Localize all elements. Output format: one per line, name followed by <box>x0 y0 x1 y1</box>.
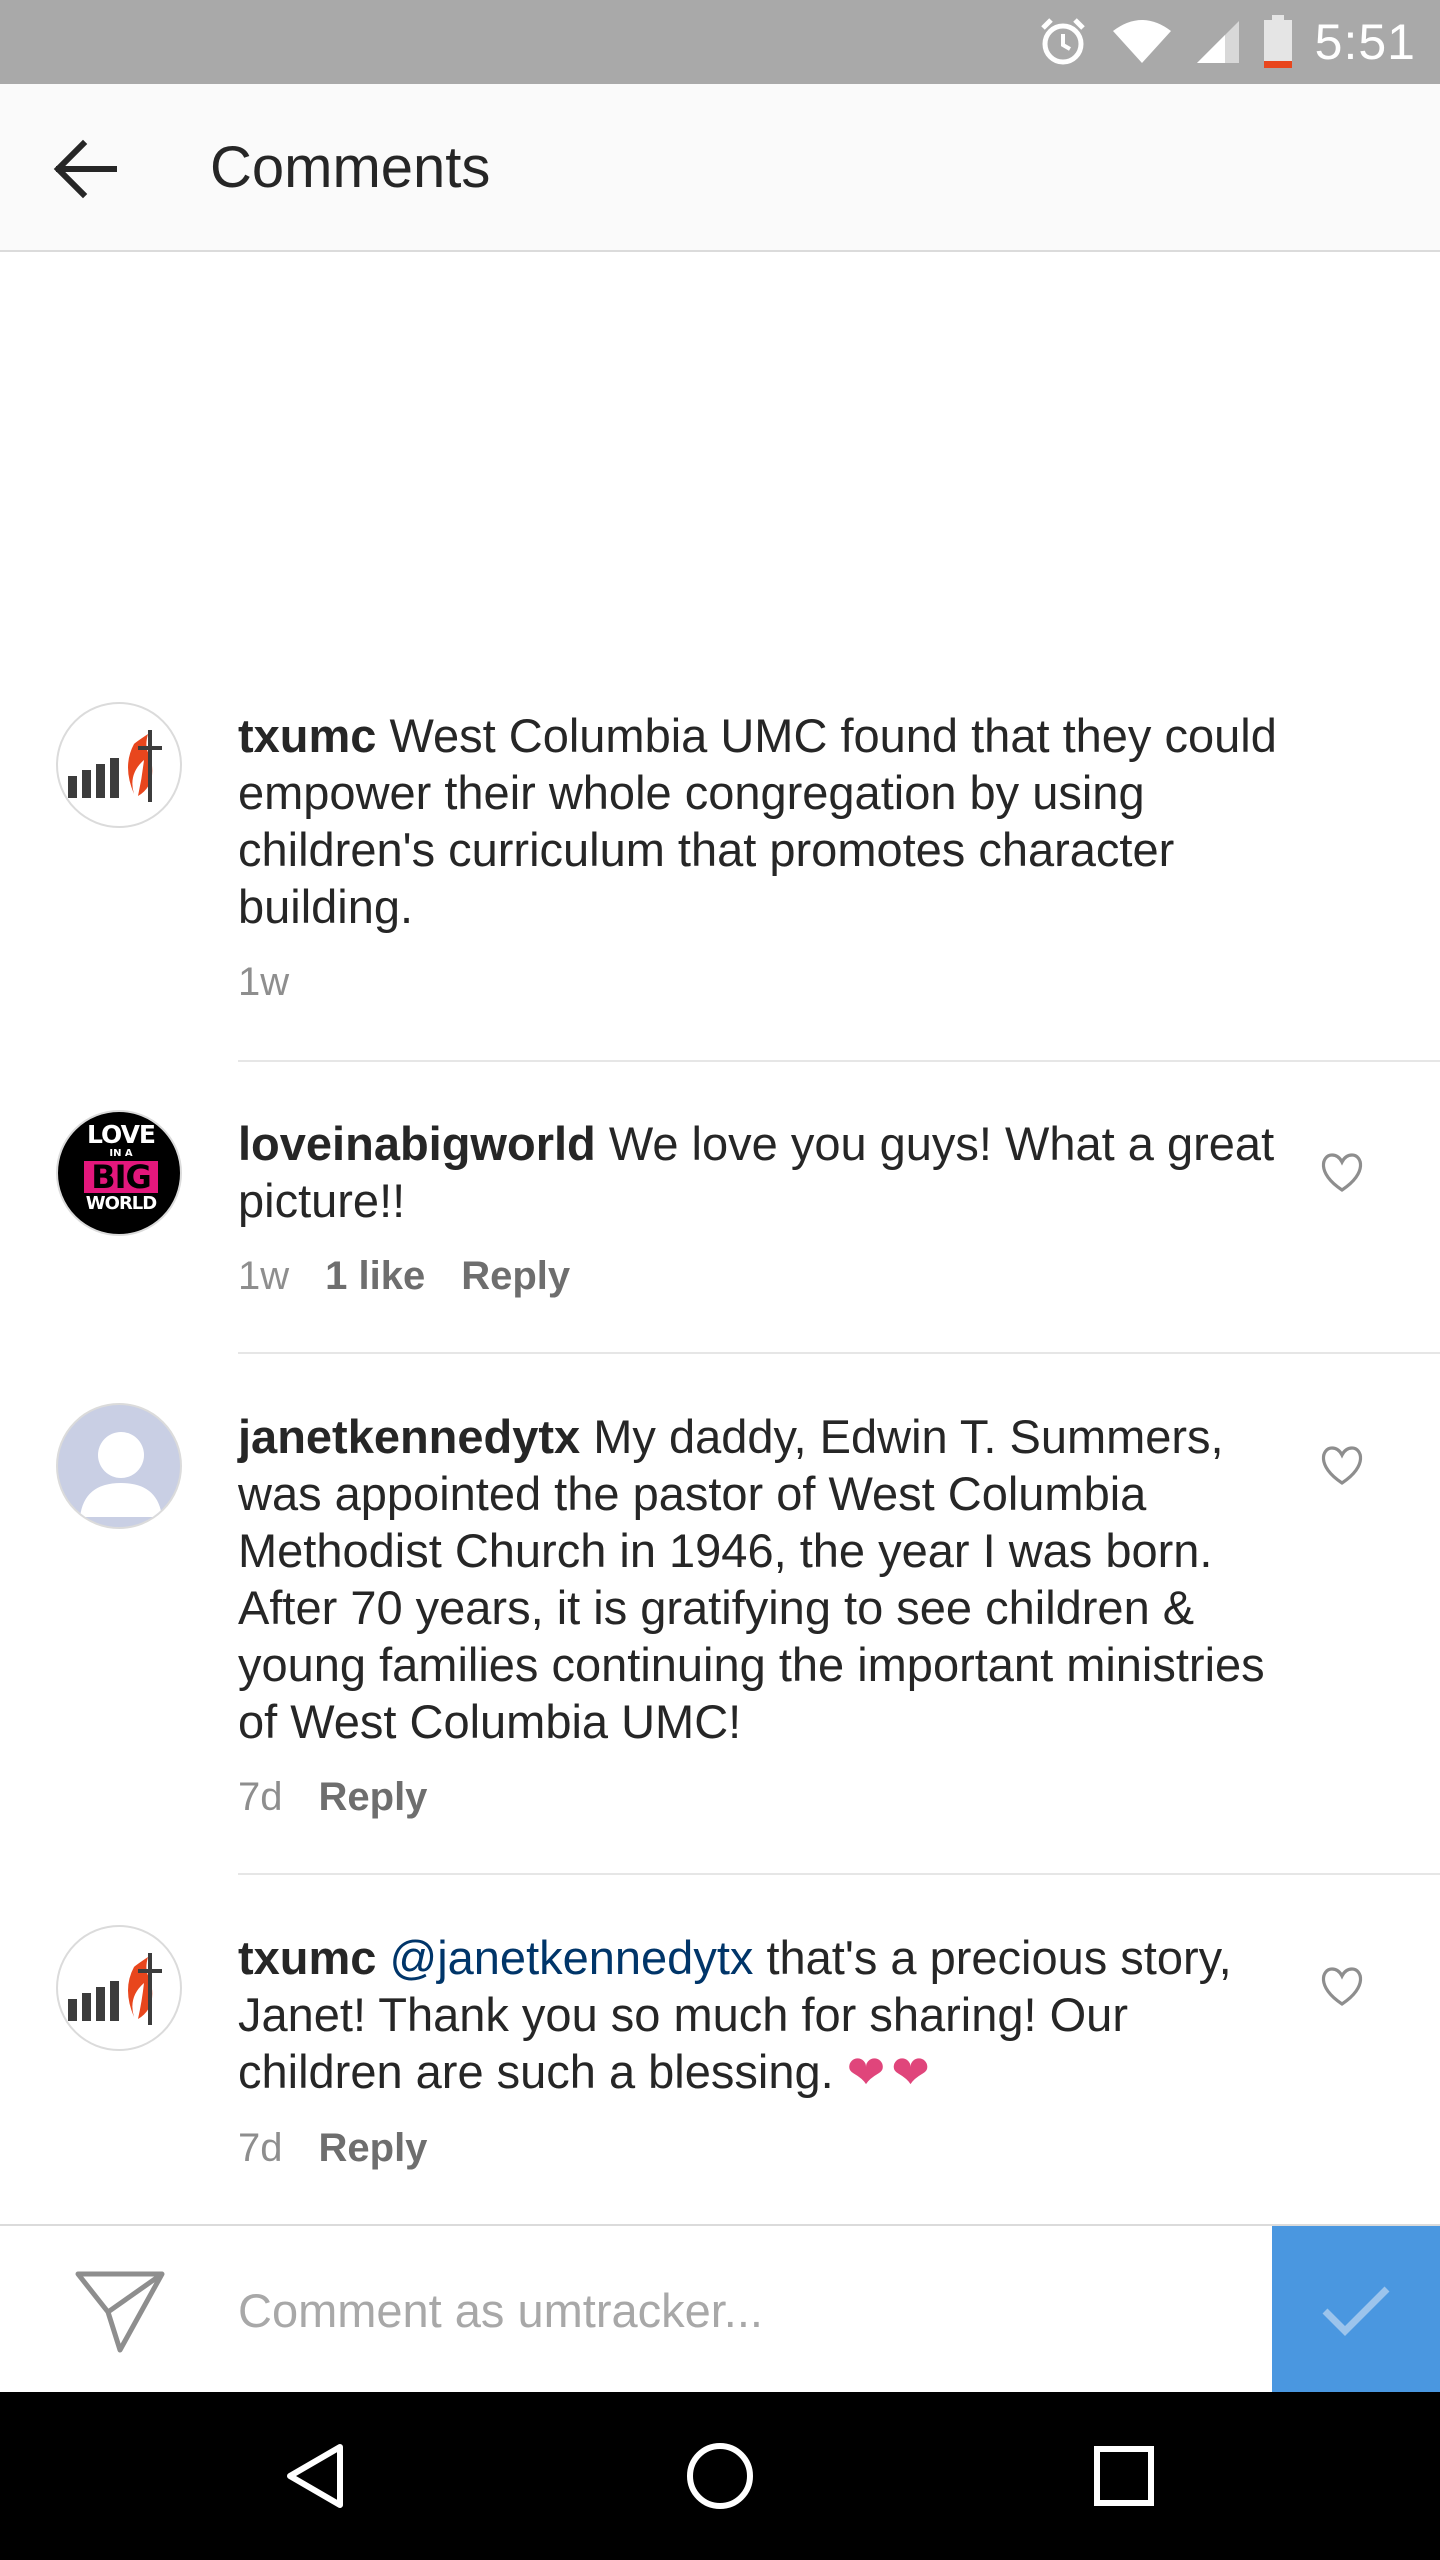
like-button[interactable] <box>1312 1436 1372 1496</box>
comment-time: 7d <box>238 2126 283 2170</box>
status-icons: 5:51 <box>1037 0 1416 84</box>
comment-username[interactable]: txumc <box>238 709 376 762</box>
avatar[interactable] <box>56 1403 182 1529</box>
comment-time: 1w <box>238 1254 290 1298</box>
comment-message: West Columbia UMC found that they could … <box>238 709 1277 933</box>
comment-composer <box>0 2224 1440 2394</box>
nav-back-button[interactable] <box>265 2426 365 2526</box>
arrow-left-icon <box>53 139 117 199</box>
comment-time: 7d <box>238 1775 283 1819</box>
comment-text: loveinabigworld We love you guys! What a… <box>238 1115 1278 1229</box>
avatar[interactable]: LOVE IN A BIG WORLD <box>56 1110 182 1236</box>
heart-emoji: ❤❤ <box>846 2046 936 2098</box>
nav-recents-button[interactable] <box>1074 2426 1174 2526</box>
comment-time: 1w <box>238 960 290 1004</box>
comment-meta: 7d Reply <box>238 1775 427 1820</box>
nav-home-button[interactable] <box>670 2426 770 2526</box>
avatar-logo-text: BIG <box>84 1161 158 1193</box>
battery-icon <box>1263 15 1292 68</box>
post-button[interactable] <box>1272 2226 1440 2394</box>
app-bar: Comments <box>0 84 1440 252</box>
like-button[interactable] <box>1312 1143 1372 1203</box>
reply-button[interactable]: Reply <box>319 2126 428 2171</box>
comment-username[interactable]: loveinabigworld <box>238 1117 596 1170</box>
like-button[interactable] <box>1312 1957 1372 2017</box>
circle-home-icon <box>687 2443 753 2509</box>
reply-button[interactable]: Reply <box>461 1254 570 1299</box>
status-time: 5:51 <box>1314 14 1416 70</box>
comment-meta: 1w 1 like Reply <box>238 1254 570 1299</box>
square-recents-icon <box>1094 2446 1154 2506</box>
umc-logo-icon <box>68 1953 162 2025</box>
comment-input[interactable] <box>238 2264 1218 2356</box>
likes-count[interactable]: 1 like <box>325 1254 425 1299</box>
alarm-icon <box>1040 18 1085 65</box>
page-title: Comments <box>210 135 491 200</box>
avatar-logo-text: LOVE <box>86 1120 156 1149</box>
wifi-icon <box>1112 20 1171 63</box>
divider <box>238 1352 1440 1354</box>
signal-icon <box>1196 21 1239 63</box>
default-avatar-icon <box>80 1432 162 1517</box>
direct-send-icon[interactable] <box>70 2266 170 2356</box>
divider <box>238 1060 1440 1062</box>
checkmark-icon <box>1322 2286 1390 2336</box>
avatar[interactable] <box>56 1925 182 2051</box>
heart-outline-icon <box>1321 1153 1363 1192</box>
comment-username[interactable]: janetkennedytx <box>238 1410 580 1463</box>
comment-meta: 1w <box>238 960 289 1005</box>
avatar[interactable] <box>56 702 182 828</box>
status-bar: 5:51 <box>0 0 1440 84</box>
umc-logo-icon <box>68 730 162 802</box>
heart-outline-icon <box>1321 1967 1363 2006</box>
comment-text: janetkennedytx My daddy, Edwin T. Summer… <box>238 1408 1278 1750</box>
triangle-back-icon <box>287 2444 343 2508</box>
heart-outline-icon <box>1321 1446 1363 1485</box>
reply-button[interactable]: Reply <box>319 1775 428 1820</box>
comment-username[interactable]: txumc <box>238 1931 376 1984</box>
comment-text: txumc @janetkennedytx that's a precious … <box>238 1929 1278 2101</box>
comment-mention[interactable]: @janetkennedytx <box>390 1931 754 1984</box>
comment-text: txumc West Columbia UMC found that they … <box>238 707 1298 935</box>
system-nav-bar <box>0 2392 1440 2560</box>
back-button[interactable] <box>40 124 130 214</box>
avatar-logo-text: WORLD <box>85 1193 157 1214</box>
comment-meta: 7d Reply <box>238 2126 427 2171</box>
divider <box>238 1873 1440 1875</box>
avatar-logo: LOVE IN A BIG WORLD <box>84 1122 158 1228</box>
